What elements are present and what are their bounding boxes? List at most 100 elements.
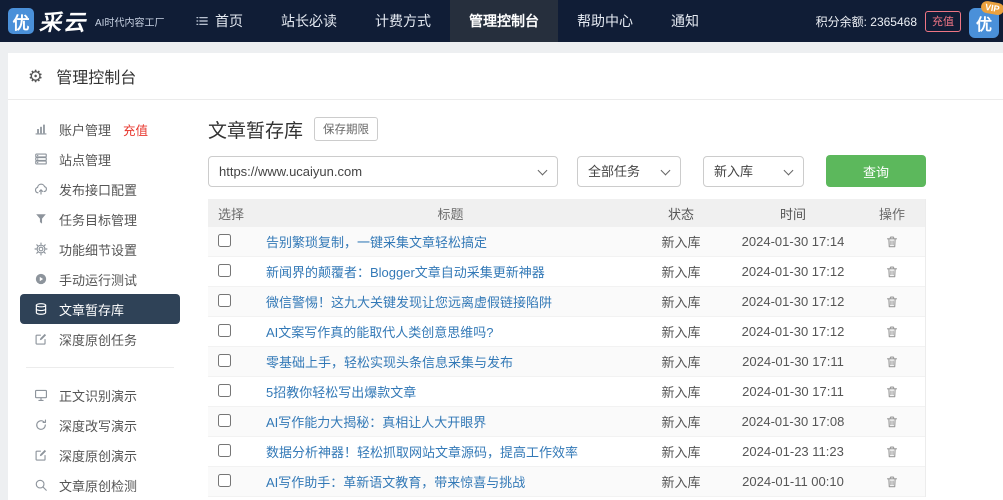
- status-select[interactable]: 新入库: [703, 155, 804, 187]
- sidebar: 账户管理 充值 站点管理 发布接口配置 任务目标管理 功能细节设置 手动运行测试 文章暂存库深…: [8, 100, 192, 499]
- sidebar-item-sites[interactable]: 站点管理: [8, 144, 192, 174]
- table-header-cell: 时间: [779, 206, 806, 222]
- article-title-link[interactable]: AI写作能力大揭秘：真相让人大开眼界: [266, 415, 486, 430]
- nav-item-label: 通知: [671, 13, 699, 29]
- topbar-right: 积分余额: 2365468 充值 优 VIP: [816, 0, 1003, 39]
- article-title-link[interactable]: 新闻界的颠覆者：Blogger文章自动采集更新神器: [266, 265, 545, 280]
- top-navigation-bar: 优 采云 AI时代内容工厂 首页 站长必读 计费方式 管理控制台 帮助中心 通知 积分余额…: [0, 0, 1003, 42]
- time-text: 2024-01-30 17:14: [741, 234, 845, 249]
- table-row: AI写作能力大揭秘：真相让人大开眼界 新入库 2024-01-30 17:08: [208, 407, 925, 437]
- time-text: 2024-01-30 17:11: [742, 384, 844, 399]
- cloud-upload-icon: [33, 182, 48, 196]
- article-title-link[interactable]: 零基础上手，轻松实现头条信息采集与发布: [266, 355, 513, 370]
- delete-icon[interactable]: [885, 385, 899, 399]
- monitor-icon: [33, 388, 48, 402]
- status-text: 新入库: [661, 415, 701, 430]
- edit-icon: [33, 448, 48, 462]
- article-title-link[interactable]: AI文案写作真的能取代人类创意思维吗?: [266, 325, 494, 340]
- sidebar-item-content-recognition-demo[interactable]: 正文识别演示: [8, 380, 192, 410]
- search-icon: [33, 478, 48, 492]
- status-text: 新入库: [661, 265, 701, 280]
- delete-icon[interactable]: [885, 325, 899, 339]
- table-row: 零基础上手，轻松实现头条信息采集与发布 新入库 2024-01-30 17:11: [208, 347, 925, 377]
- edit-icon: [33, 332, 48, 346]
- account-logo[interactable]: 优 VIP: [969, 0, 1003, 39]
- delete-icon[interactable]: [885, 235, 899, 249]
- article-title-link[interactable]: 数据分析神器！轻松抓取网站文章源码，提高工作效率: [266, 445, 578, 460]
- table-header-cell: 状态: [667, 206, 694, 222]
- delete-icon[interactable]: [885, 445, 899, 459]
- status-text: 新入库: [661, 475, 701, 490]
- sidebar-item-task-target[interactable]: 任务目标管理: [8, 204, 192, 234]
- sidebar-item-label: 手动运行测试: [59, 272, 138, 288]
- table-row: 告别繁琐复制，一键采集文章轻松搞定 新入库 2024-01-30 17:14: [208, 227, 925, 257]
- sidebar-item-account[interactable]: 账户管理 充值: [8, 114, 192, 144]
- article-title-link[interactable]: 微信警惕！这九大关键发现让您远离虚假链接陷阱: [266, 295, 552, 310]
- time-text: 2024-01-30 17:12: [741, 324, 845, 339]
- article-title-link[interactable]: AI写作助手：革新语文教育，带来惊喜与挑战: [266, 475, 525, 490]
- points-value: 2365468: [870, 14, 917, 29]
- article-title-link[interactable]: 5招教你轻松写出爆款文章: [266, 385, 416, 400]
- sidebar-item-deep-rewrite-demo[interactable]: 深度改写演示: [8, 410, 192, 440]
- sidebar-item-label: 深度原创演示: [59, 448, 138, 464]
- nav-item-notice[interactable]: 通知: [652, 0, 718, 42]
- delete-icon[interactable]: [885, 265, 899, 279]
- article-title-link[interactable]: 告别繁琐复制，一键采集文章轻松搞定: [266, 235, 487, 250]
- table-header-cell: 选择: [218, 206, 245, 222]
- time-text: 2024-01-30 17:12: [741, 294, 845, 309]
- nav-item-console[interactable]: 管理控制台: [450, 0, 558, 42]
- query-button[interactable]: 查询: [826, 155, 926, 187]
- recharge-badge[interactable]: 充值: [123, 120, 148, 139]
- sidebar-item-article-store[interactable]: 文章暂存库: [20, 294, 180, 324]
- site-select[interactable]: https://www.ucaiyun.com: [208, 155, 558, 187]
- sidebar-item-publish-api[interactable]: 发布接口配置: [8, 174, 192, 204]
- status-text: 新入库: [661, 235, 701, 250]
- task-select[interactable]: 全部任务: [577, 155, 681, 187]
- main-content: 文章暂存库 保存期限 https://www.ucaiyun.com 全部任务 …: [192, 100, 1003, 499]
- table-header-cell: 操作: [878, 206, 905, 222]
- nav-item-label: 帮助中心: [577, 13, 633, 29]
- status-text: 新入库: [661, 295, 701, 310]
- sidebar-item-label: 文章暂存库: [59, 302, 125, 318]
- row-checkbox[interactable]: [218, 233, 231, 247]
- sidebar-main-group: 账户管理 充值 站点管理 发布接口配置 任务目标管理 功能细节设置 手动运行测试 文章暂存库深…: [8, 114, 192, 354]
- bar-chart-icon: [33, 122, 48, 136]
- delete-icon[interactable]: [885, 415, 899, 429]
- nav-item-home[interactable]: 首页: [176, 0, 262, 42]
- sidebar-item-feature-settings[interactable]: 功能细节设置: [8, 234, 192, 264]
- time-text: 2024-01-30 17:08: [741, 414, 845, 429]
- save-period-button[interactable]: 保存期限: [314, 117, 379, 141]
- table-row: 新闻界的颠覆者：Blogger文章自动采集更新神器 新入库 2024-01-30 1…: [208, 257, 925, 287]
- delete-icon[interactable]: [885, 295, 899, 309]
- row-checkbox[interactable]: [218, 353, 231, 367]
- row-checkbox[interactable]: [218, 323, 231, 337]
- row-checkbox[interactable]: [218, 383, 231, 397]
- status-text: 新入库: [661, 385, 701, 400]
- row-checkbox[interactable]: [218, 473, 231, 487]
- sidebar-item-deep-original-demo[interactable]: 深度原创演示: [8, 440, 192, 470]
- logo[interactable]: 优 采云 AI时代内容工厂: [0, 5, 176, 37]
- sidebar-item-originality-check[interactable]: 文章原创检测: [8, 470, 192, 500]
- delete-icon[interactable]: [885, 475, 899, 489]
- sidebar-item-label: 账户管理: [59, 122, 112, 138]
- sidebar-item-deep-original-task[interactable]: 深度原创任务: [8, 324, 192, 354]
- top-nav: 首页 站长必读 计费方式 管理控制台 帮助中心 通知: [176, 0, 718, 42]
- row-checkbox[interactable]: [218, 413, 231, 427]
- delete-icon[interactable]: [885, 355, 899, 369]
- time-text: 2024-01-30 17:12: [741, 264, 845, 279]
- table-header-cell: 标题: [437, 206, 464, 222]
- sidebar-item-label: 文章原创检测: [59, 478, 138, 494]
- row-checkbox[interactable]: [218, 263, 231, 277]
- gears-icon: [33, 242, 48, 256]
- nav-item-billing[interactable]: 计费方式: [356, 0, 450, 42]
- row-checkbox[interactable]: [218, 293, 231, 307]
- nav-item-webmaster-guide[interactable]: 站长必读: [262, 0, 356, 42]
- article-table: 选择 标题 状态 时间 操作 告别繁琐复制，一键采集文章轻松搞定 新入库 2024-01-3…: [208, 199, 926, 497]
- time-text: 2024-01-30 17:11: [742, 354, 844, 369]
- table-row: AI写作助手：革新语文教育，带来惊喜与挑战 新入库 2024-01-11 00:10: [208, 467, 925, 497]
- nav-item-help-center[interactable]: 帮助中心: [558, 0, 652, 42]
- recharge-button[interactable]: 充值: [925, 10, 961, 32]
- sidebar-item-label: 正文识别演示: [59, 388, 138, 404]
- sidebar-item-manual-test[interactable]: 手动运行测试: [8, 264, 192, 294]
- row-checkbox[interactable]: [218, 443, 231, 457]
